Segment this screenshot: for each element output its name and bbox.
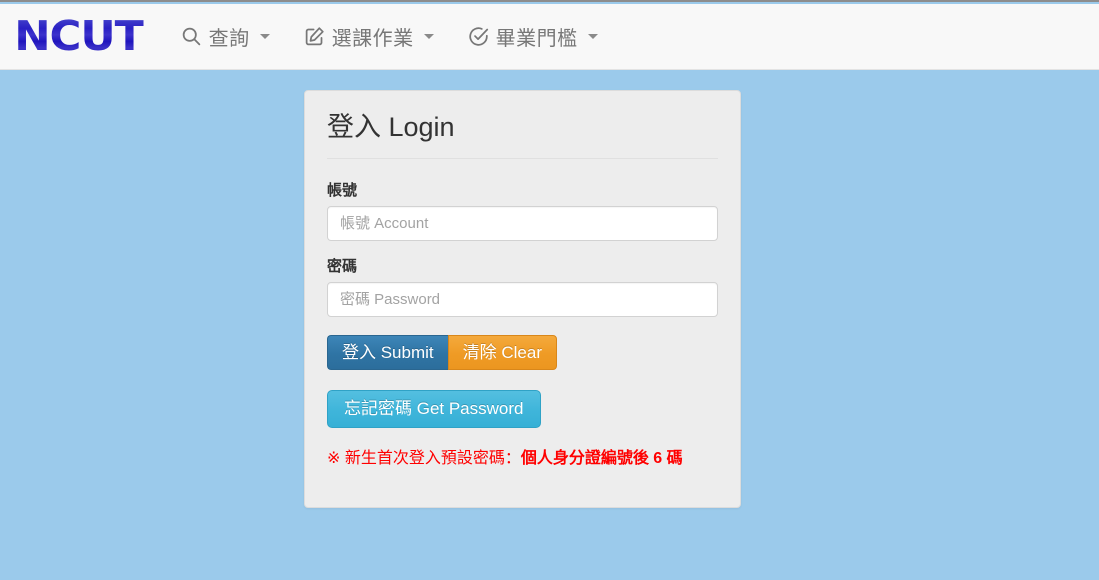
nav-item-query-label: 查詢 bbox=[208, 28, 250, 50]
chevron-down-icon bbox=[423, 34, 434, 39]
navbar-menu: 查詢 選課作業 畢業門檻 bbox=[164, 4, 615, 69]
login-card: 登入 Login 帳號 密碼 登入 Submit 清除 Clear 忘記密碼 G… bbox=[304, 90, 741, 508]
notice-highlight: 個人身分證編號後 6 碼 bbox=[520, 449, 683, 467]
login-action-buttons: 登入 Submit 清除 Clear bbox=[327, 334, 718, 370]
page-viewport: NCUT 查詢 選課作業 畢業門檻 登入 Login 帳號 帳號 Account… bbox=[0, 0, 1099, 580]
default-password-notice: ※ 新生首次登入預設密碼：個人身分證編號後 6 碼 bbox=[327, 448, 718, 470]
nav-item-graduation-threshold-label: 畢業門檻 bbox=[495, 28, 578, 50]
edit-square-icon bbox=[304, 26, 325, 47]
nav-item-course-selection[interactable]: 選課作業 bbox=[287, 4, 451, 69]
nav-item-course-selection-label: 選課作業 bbox=[331, 28, 414, 50]
password-label: 密碼 bbox=[327, 257, 358, 275]
login-card-title: 登入 Login bbox=[327, 112, 455, 142]
nav-item-graduation-threshold[interactable]: 畢業門檻 bbox=[451, 4, 615, 69]
account-label: 帳號 bbox=[327, 181, 358, 199]
account-input[interactable] bbox=[327, 205, 718, 241]
ncut-logo[interactable]: NCUT bbox=[8, 4, 146, 69]
password-input[interactable] bbox=[327, 281, 718, 317]
chevron-down-icon bbox=[587, 34, 598, 39]
notice-text: ※ 新生首次登入預設密碼： bbox=[327, 449, 521, 467]
nav-item-query[interactable]: 查詢 bbox=[164, 4, 287, 69]
submit-button[interactable]: 登入 Submit bbox=[327, 334, 448, 370]
top-navbar: NCUT 查詢 選課作業 畢業門檻 bbox=[0, 4, 1099, 70]
account-field-group: 帳號 bbox=[327, 179, 718, 241]
ncut-logo-text: NCUT bbox=[10, 16, 144, 57]
clear-button[interactable]: 清除 Clear bbox=[447, 334, 557, 370]
chevron-down-icon bbox=[259, 34, 270, 39]
search-icon bbox=[181, 26, 202, 47]
login-card-body: 登入 Login 帳號 密碼 登入 Submit 清除 Clear 忘記密碼 G… bbox=[305, 91, 740, 470]
password-field-group: 密碼 bbox=[327, 255, 718, 317]
get-password-button[interactable]: 忘記密碼 Get Password bbox=[327, 389, 541, 428]
title-divider bbox=[327, 157, 718, 159]
check-circle-icon bbox=[468, 26, 489, 47]
